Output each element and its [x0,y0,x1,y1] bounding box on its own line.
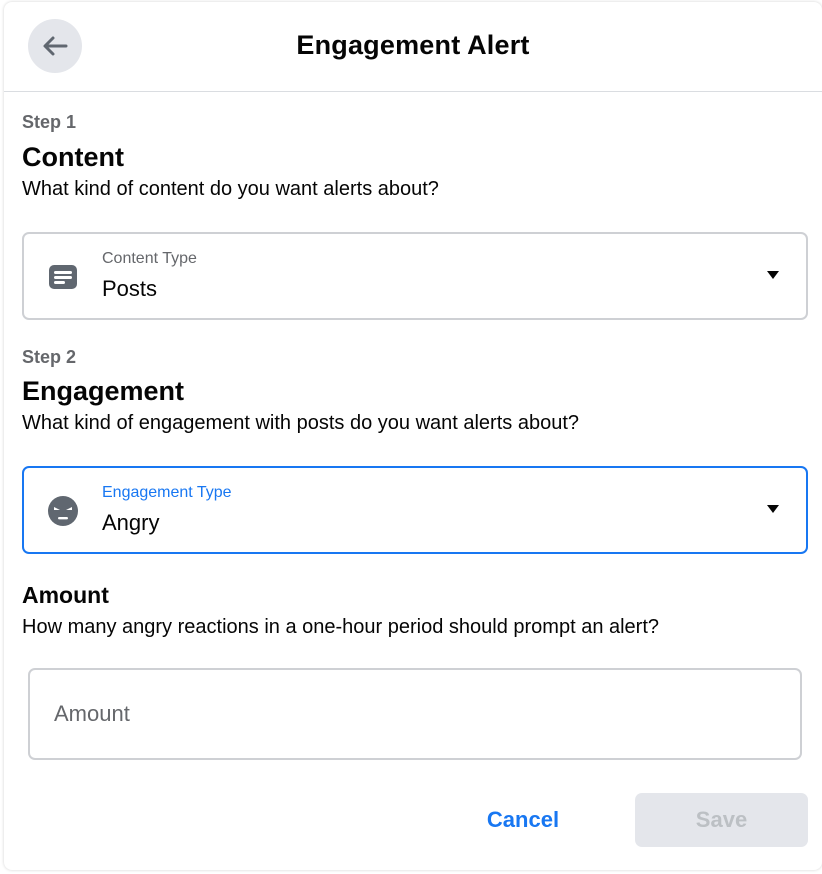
cancel-button[interactable]: Cancel [460,794,586,846]
engagement-type-select[interactable]: Engagement Type Angry [22,466,808,554]
engagement-alert-dialog: Engagement Alert Step 1 Content What kin… [4,2,822,870]
content-type-value: Posts [102,276,158,301]
step2-label: Step 2 [22,347,77,367]
amount-subtitle: How many angry reactions in a one-hour p… [22,616,660,638]
caret-down-icon [767,271,779,279]
engagement-type-label: Engagement Type [102,484,232,501]
dialog-title: Engagement Alert [296,30,530,60]
posts-icon [49,265,77,289]
amount-input[interactable] [28,668,802,760]
content-section-subtitle: What kind of content do you want alerts … [22,178,439,200]
save-button[interactable]: Save [635,793,808,847]
dialog-header: Engagement Alert [4,2,822,92]
content-section-title: Content [22,142,124,172]
angry-face-icon [48,496,78,526]
engagement-type-value: Angry [102,510,160,535]
step1-label: Step 1 [22,112,77,132]
content-type-select[interactable]: Content Type Posts [22,232,808,320]
engagement-section-subtitle: What kind of engagement with posts do yo… [22,412,580,434]
amount-title: Amount [22,582,109,608]
content-type-label: Content Type [102,250,197,267]
caret-down-icon [767,505,779,513]
engagement-section-title: Engagement [22,376,185,406]
